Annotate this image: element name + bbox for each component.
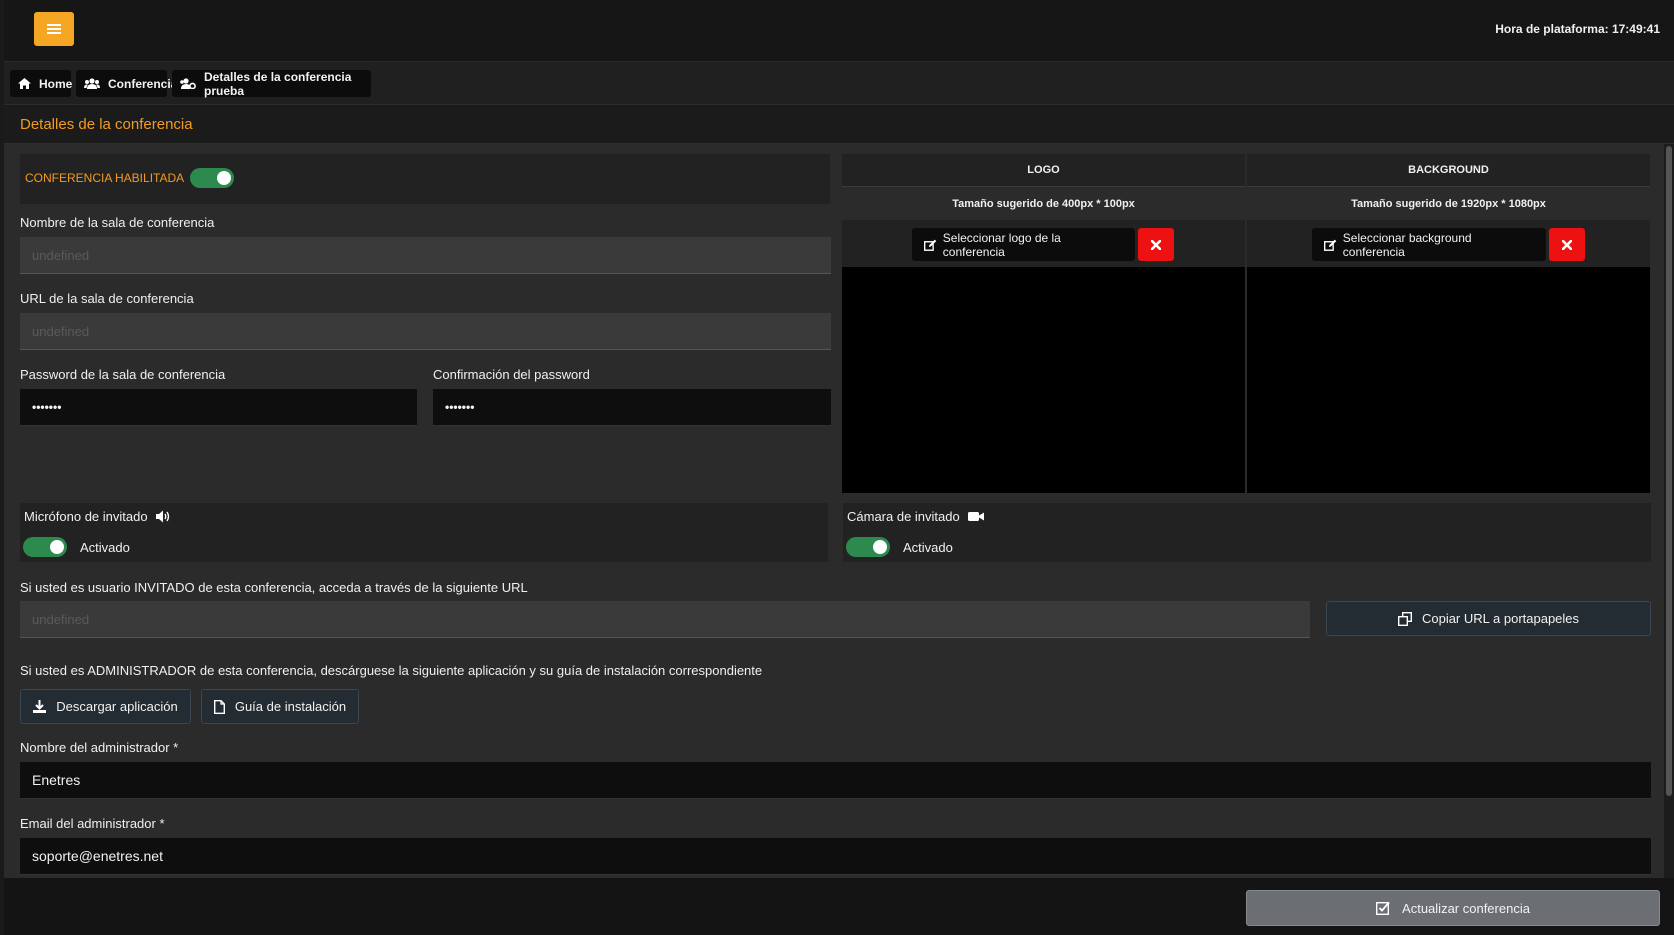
breadcrumb-conference-label: Conferencia — [108, 76, 178, 91]
toggle-knob — [873, 540, 887, 554]
breadcrumb: Home Conferencia Detalles de la conferen… — [4, 62, 1674, 105]
guest-camera-state: Activado — [903, 540, 953, 555]
password-confirm-input[interactable]: ••••••• — [433, 389, 831, 426]
background-size-hint: Tamaño sugerido de 1920px * 1080px — [1247, 187, 1650, 220]
room-name-label: Nombre de la sala de conferencia — [20, 215, 215, 230]
check-square-icon — [1376, 901, 1390, 915]
conference-enabled-toggle[interactable] — [190, 168, 234, 188]
toggle-knob — [217, 171, 231, 185]
install-guide-button[interactable]: Guía de instalación — [201, 689, 359, 724]
logo-actions: Seleccionar logo de la conferencia — [842, 220, 1245, 267]
guest-camera-label: Cámara de invitado — [847, 509, 960, 524]
copy-url-label: Copiar URL a portapapeles — [1421, 611, 1580, 626]
toggle-knob — [50, 540, 64, 554]
background-header: BACKGROUND — [1247, 154, 1650, 187]
guest-microphone-toggle[interactable] — [23, 537, 67, 557]
scrollbar[interactable] — [1664, 144, 1674, 878]
room-url-label: URL de la sala de conferencia — [20, 291, 194, 306]
menu-button[interactable] — [34, 12, 74, 46]
breadcrumb-home[interactable]: Home — [10, 70, 73, 97]
admin-email-input[interactable]: soporte@enetres.net — [20, 838, 1651, 875]
page-title: Detalles de la conferencia — [20, 116, 193, 133]
update-conference-label: Actualizar conferencia — [1402, 900, 1530, 916]
close-icon — [1151, 239, 1161, 250]
delete-background-button[interactable] — [1549, 228, 1585, 261]
guest-camera-title: Cámara de invitado — [847, 509, 984, 524]
guest-camera-box: Cámara de invitado Activado — [843, 503, 1651, 562]
password-label: Password de la sala de conferencia — [20, 367, 226, 382]
delete-logo-button[interactable] — [1138, 228, 1174, 261]
breadcrumb-conference[interactable]: Conferencia — [76, 70, 177, 97]
edit-icon — [1324, 239, 1337, 251]
select-background-button[interactable]: Seleccionar background conferencia — [1312, 228, 1546, 261]
admin-name-label: Nombre del administrador * — [20, 740, 179, 755]
video-camera-icon — [967, 512, 984, 521]
conference-enabled-box: CONFERENCIA HABILITADA — [20, 154, 830, 204]
admin-info: Si usted es ADMINISTRADOR de esta confer… — [20, 663, 763, 678]
copy-url-button[interactable]: Copiar URL a portapapeles — [1326, 601, 1651, 636]
background-actions: Seleccionar background conferencia — [1247, 220, 1650, 267]
file-icon — [213, 699, 225, 714]
install-guide-label: Guía de instalación — [234, 699, 347, 714]
room-url-input: undefined — [20, 313, 831, 350]
admin-name-input[interactable]: Enetres — [20, 762, 1651, 799]
top-bar: Hora de plataforma: 17:49:41 — [4, 0, 1674, 62]
admin-email-label: Email del administrador * — [20, 816, 165, 831]
breadcrumb-home-label: Home — [39, 76, 73, 91]
section-header: Detalles de la conferencia — [4, 106, 1674, 144]
close-icon — [1562, 239, 1572, 250]
password-confirm-label: Confirmación del password — [433, 367, 590, 382]
platform-time: Hora de plataforma: 17:49:41 — [1495, 22, 1660, 36]
room-name-input: undefined — [20, 237, 831, 274]
select-logo-label: Seleccionar logo de la conferencia — [942, 230, 1061, 259]
guest-microphone-state: Activado — [80, 540, 130, 555]
download-icon — [33, 700, 47, 713]
conference-enabled-label: CONFERENCIA HABILITADA — [25, 171, 185, 185]
home-icon — [18, 78, 31, 89]
download-app-button[interactable]: Descargar aplicación — [20, 689, 191, 724]
volume-icon — [155, 510, 169, 523]
logo-header: LOGO — [842, 154, 1245, 187]
scrollbar-thumb[interactable] — [1666, 146, 1672, 796]
guest-microphone-box: Micrófono de invitado Activado — [20, 503, 828, 562]
users-icon — [84, 78, 100, 89]
background-panel: BACKGROUND Tamaño sugerido de 1920px * 1… — [1247, 154, 1650, 493]
breadcrumb-conference-details[interactable]: Detalles de la conferencia prueba — [172, 69, 371, 98]
password-input[interactable]: ••••••• — [20, 389, 417, 426]
edit-icon — [924, 239, 937, 251]
hamburger-icon — [47, 24, 61, 34]
guest-microphone-title: Micrófono de invitado — [24, 509, 172, 524]
users-cog-icon — [180, 78, 196, 89]
guest-url-info: Si usted es usuario INVITADO de esta con… — [20, 580, 528, 595]
copy-icon — [1397, 611, 1412, 626]
select-background-label: Seleccionar background conferencia — [1342, 230, 1472, 259]
guest-url-input: undefined — [20, 601, 1310, 638]
select-logo-button[interactable]: Seleccionar logo de la conferencia — [912, 228, 1135, 261]
guest-microphone-label: Micrófono de invitado — [24, 509, 148, 524]
logo-panel: LOGO Tamaño sugerido de 400px * 100px Se… — [842, 154, 1245, 493]
update-conference-button[interactable]: Actualizar conferencia — [1246, 890, 1660, 926]
download-app-label: Descargar aplicación — [56, 699, 178, 714]
breadcrumb-details-label: Detalles de la conferencia prueba — [204, 69, 352, 98]
guest-camera-toggle[interactable] — [846, 537, 890, 557]
logo-size-hint: Tamaño sugerido de 400px * 100px — [842, 187, 1245, 220]
